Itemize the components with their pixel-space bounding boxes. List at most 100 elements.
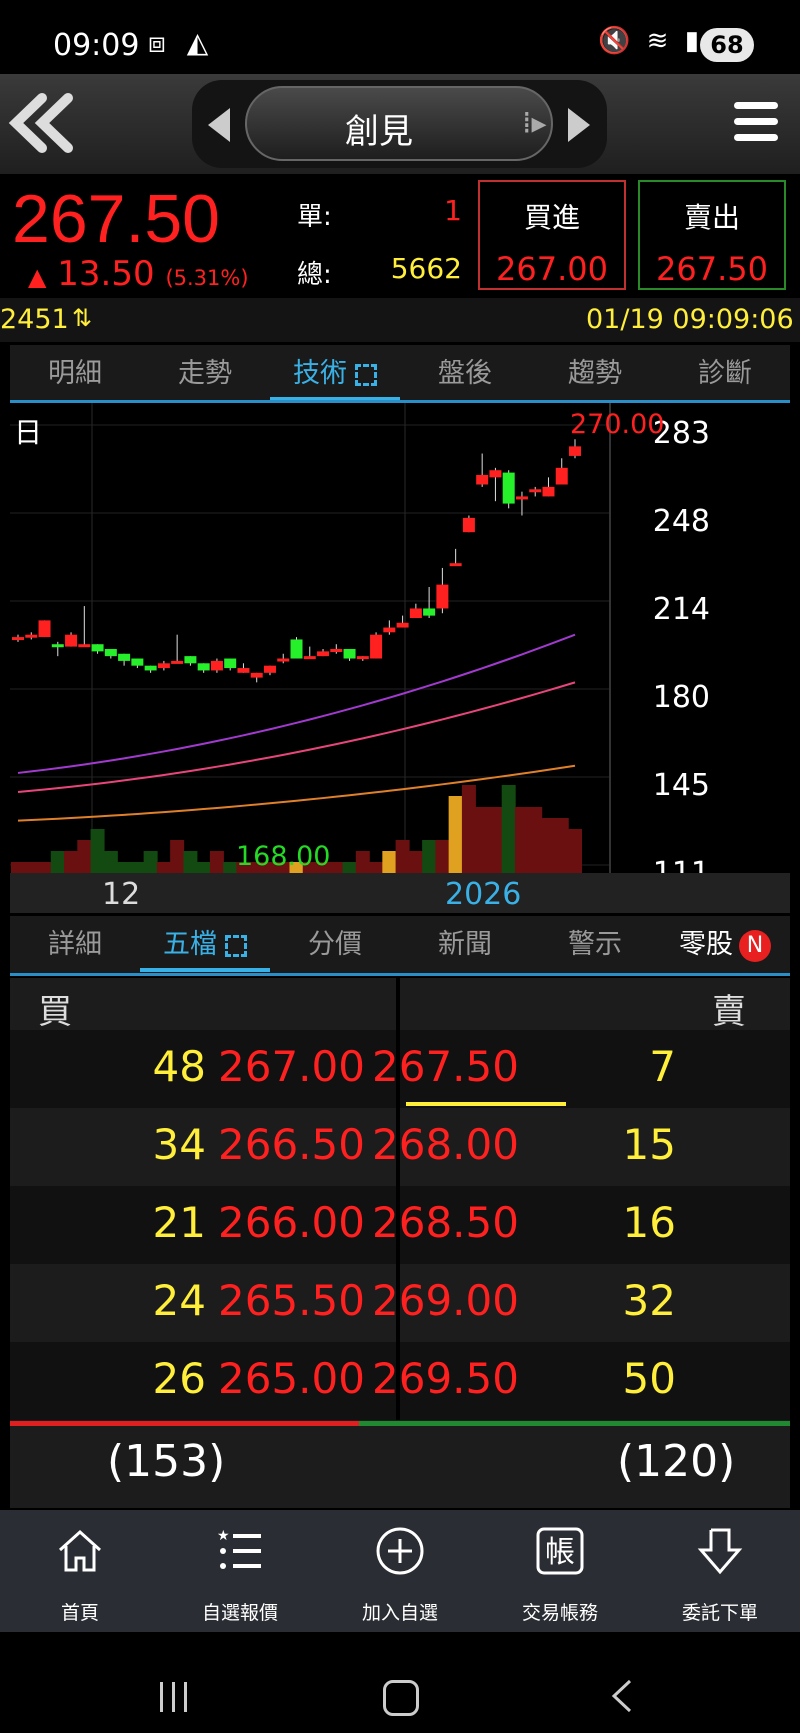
- ask-qty: 16: [622, 1198, 676, 1247]
- chart-tab-4[interactable]: 趨勢: [530, 345, 660, 403]
- candle-body: [250, 672, 263, 678]
- detail-tabs-divider: [10, 973, 790, 976]
- detail-tab-5[interactable]: 零股 N: [660, 916, 790, 974]
- chart-period-label[interactable]: 日: [14, 411, 42, 451]
- volume-bar: [514, 807, 529, 873]
- home-system-icon[interactable]: [383, 1680, 419, 1716]
- volume-bar: [488, 807, 503, 873]
- app-header: 創見 ⁞▸: [0, 74, 800, 174]
- volume-bar: [568, 829, 582, 873]
- candle-body: [449, 563, 462, 567]
- switch-arrows-icon[interactable]: ⇅: [72, 304, 92, 332]
- price-change: ▲ 13.50 (5.31%): [28, 254, 249, 294]
- volume-bar: [103, 851, 118, 873]
- book-row[interactable]: 24 265.50 269.00 32: [10, 1264, 790, 1342]
- status-system-icons: 🔇 ≋ ▮: [598, 26, 703, 56]
- candle-body: [144, 665, 157, 671]
- volume-bar: [170, 840, 185, 873]
- detail-tab-4[interactable]: 警示: [530, 916, 660, 974]
- bid-qty: 34: [152, 1120, 206, 1169]
- back-double-chevron-icon[interactable]: [8, 88, 78, 158]
- candle-body: [569, 446, 581, 456]
- volume-bar: [435, 840, 450, 873]
- status-time: 09:09: [53, 28, 140, 63]
- up-arrow-icon: ▲: [28, 263, 47, 291]
- candle-body: [118, 653, 131, 661]
- volume-bar: [554, 818, 569, 873]
- chart-high-label: 270.00: [570, 409, 665, 440]
- ask-ratio-bar: [359, 1421, 790, 1426]
- candle-body: [423, 608, 436, 616]
- volume-bar: [329, 862, 344, 873]
- chart-x-axis: 12 2026: [10, 873, 790, 913]
- bid-price: 265.50: [218, 1276, 365, 1325]
- change-percent: (5.31%): [165, 266, 249, 290]
- book-row[interactable]: 26 265.00 269.50 50: [10, 1342, 790, 1420]
- nav-item-3[interactable]: 帳交易帳務: [480, 1510, 640, 1632]
- chart-tab-3[interactable]: 盤後: [400, 345, 530, 403]
- candle-body: [104, 648, 117, 657]
- candle-body: [12, 637, 24, 641]
- nav-item-4[interactable]: 委託下單: [640, 1510, 800, 1632]
- detail-tab-0[interactable]: 詳細: [10, 916, 140, 974]
- candle-body: [237, 668, 250, 673]
- chart-tab-0[interactable]: 明細: [10, 345, 140, 403]
- nav-label: 交易帳務: [521, 1602, 598, 1624]
- volume-bar: [209, 851, 224, 873]
- hamburger-menu-icon[interactable]: [734, 102, 780, 148]
- add-circle-icon: [375, 1526, 425, 1576]
- book-row[interactable]: 48 267.00 267.50 7: [10, 1030, 790, 1108]
- ask-price: 269.00: [372, 1276, 519, 1325]
- last-price: 267.50: [12, 181, 220, 257]
- chart-tab-1[interactable]: 走勢: [140, 345, 270, 403]
- prev-stock-arrow-icon[interactable]: [208, 108, 230, 142]
- detail-tab-label: 五檔: [163, 929, 217, 960]
- candle-body: [91, 644, 104, 652]
- sell-button[interactable]: 賣出 267.50: [638, 180, 786, 290]
- next-stock-arrow-icon[interactable]: [568, 108, 590, 142]
- volume-bar: [422, 840, 437, 873]
- back-system-icon[interactable]: [610, 1678, 634, 1714]
- svg-text:★: ★: [217, 1528, 230, 1544]
- stock-code: 2451: [0, 304, 69, 335]
- bid-price: 266.00: [218, 1198, 365, 1247]
- change-value: 13.50: [57, 254, 155, 294]
- detail-tab-label: 新聞: [438, 929, 492, 960]
- y-axis-label: 248: [653, 504, 710, 539]
- book-row[interactable]: 21 266.00 268.50 16: [10, 1186, 790, 1264]
- buy-label: 買進: [523, 201, 580, 234]
- chart-tab-5[interactable]: 診斷: [660, 345, 790, 403]
- expand-icon[interactable]: [355, 363, 377, 386]
- candlestick-chart[interactable]: 283248214180145111: [10, 403, 790, 891]
- candle-body: [462, 517, 475, 533]
- detail-tab-1[interactable]: 五檔: [140, 916, 270, 974]
- chart-tab-2[interactable]: 技術: [270, 345, 400, 403]
- volume-bar: [382, 851, 397, 873]
- volume-bar: [11, 862, 25, 873]
- bid-price: 265.00: [218, 1354, 365, 1403]
- ask-total: (120): [617, 1436, 736, 1487]
- candle-body: [330, 648, 343, 652]
- nav-item-2[interactable]: 加入自選: [320, 1510, 480, 1632]
- nav-label: 加入自選: [361, 1602, 438, 1624]
- detail-tab-active-underline: [140, 968, 270, 972]
- volume-bar: [355, 851, 370, 873]
- detail-tab-3[interactable]: 新聞: [400, 916, 530, 974]
- buy-button[interactable]: 買進 267.00: [478, 180, 626, 290]
- chart-tab-label: 趨勢: [568, 358, 622, 389]
- volume-bar: [117, 862, 132, 873]
- nav-item-1[interactable]: ★ 自選報價: [160, 1510, 320, 1632]
- volume-bar: [90, 829, 105, 873]
- unit-value: 1: [444, 194, 462, 227]
- volume-bar: [143, 851, 158, 873]
- nav-item-0[interactable]: 首頁: [0, 1510, 160, 1632]
- ask-qty: 32: [622, 1276, 676, 1325]
- candle-body: [184, 656, 197, 664]
- detail-tab-2[interactable]: 分價: [270, 916, 400, 974]
- book-row[interactable]: 34 266.50 268.00 15: [10, 1108, 790, 1186]
- expand-icon[interactable]: [225, 934, 247, 957]
- status-notification-icons: ⧈ ◭: [148, 26, 215, 59]
- y-axis-label: 145: [653, 768, 710, 803]
- ask-price: 268.50: [372, 1198, 519, 1247]
- volume-bar: [183, 851, 198, 873]
